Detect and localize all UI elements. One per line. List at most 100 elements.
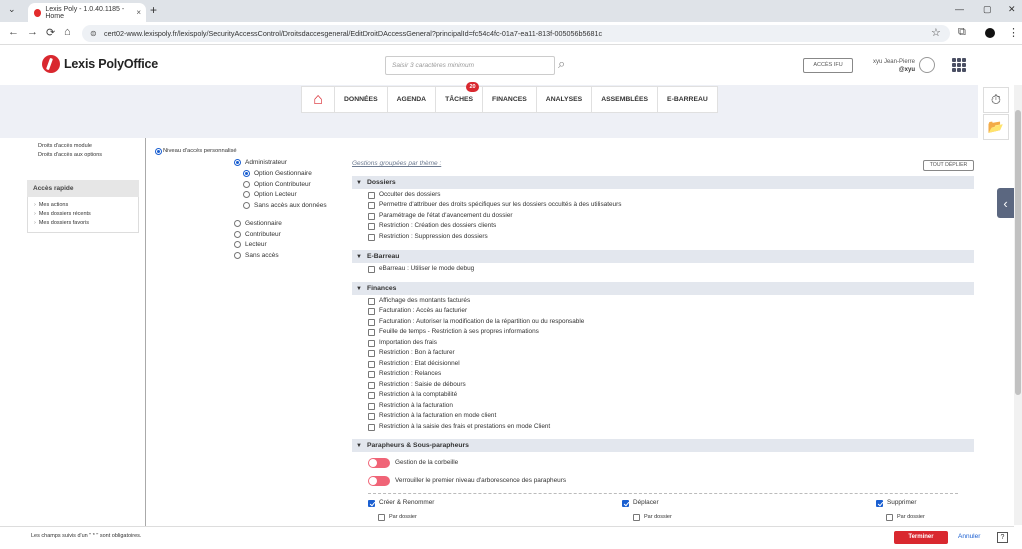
nav-assemblees[interactable]: ASSEMBLÉES [592, 87, 659, 112]
checkbox[interactable] [368, 319, 375, 326]
nav-analyses[interactable]: ANALYSES [537, 87, 593, 112]
toggle-corbeille[interactable] [368, 458, 390, 468]
home-icon[interactable]: ⌂ [64, 26, 71, 38]
reload-icon[interactable]: ⟳ [46, 26, 55, 39]
checkbox[interactable] [368, 403, 375, 410]
nav-agenda[interactable]: AGENDA [388, 87, 437, 112]
quick-link-favorite-files[interactable]: Mes dossiers favoris [34, 220, 89, 226]
close-window-icon[interactable]: ✕ [1008, 4, 1016, 15]
sidebar-link-module-rights[interactable]: Droits d'accès module [38, 143, 92, 149]
taches-count-badge: 20 [466, 82, 479, 92]
user-info[interactable]: xyu Jean-Pierre @xyu [855, 58, 915, 74]
nav-ebarreau[interactable]: E-BARREAU [658, 87, 717, 112]
extensions-icon[interactable]: ⧉ [958, 26, 966, 39]
search-input[interactable]: Saisir 3 caractères minimum [385, 56, 555, 75]
nav-finances[interactable]: FINANCES [483, 87, 537, 112]
radio-gestionnaire[interactable] [234, 220, 241, 227]
collapse-panel-icon[interactable]: ‹ [997, 188, 1014, 218]
quick-link-my-actions[interactable]: Mes actions [34, 202, 68, 208]
tab-close-icon[interactable]: × [136, 8, 141, 17]
help-icon[interactable]: ? [997, 532, 1008, 543]
checkbox[interactable] [368, 266, 375, 273]
checkbox[interactable] [368, 234, 375, 241]
section-ebarreau[interactable]: ▼ E-Barreau [352, 250, 974, 263]
minimize-icon[interactable]: — [955, 4, 964, 14]
checkbox[interactable] [368, 424, 375, 431]
section-dossiers[interactable]: ▼ Dossiers [352, 176, 974, 189]
acces-ifu-button[interactable]: ACCÈS IFU [803, 58, 853, 73]
radio-custom-level[interactable] [155, 148, 162, 155]
label-custom-level: Niveau d'accès personnalisé [163, 148, 237, 154]
checkbox[interactable] [368, 350, 375, 357]
app-header: Lexis PolyOffice Saisir 3 caractères min… [0, 45, 978, 85]
checkbox-label: Restriction à la facturation [379, 402, 453, 409]
radio-sans-acces[interactable] [234, 252, 241, 259]
footer-bar: Les champs suivis d'un " * " sont obliga… [0, 526, 1014, 549]
toggle-label: Gestion de la corbeille [395, 459, 459, 466]
checkbox-label: Restriction : Création des dossiers clie… [379, 222, 497, 229]
timer-icon[interactable]: ⏱ [983, 87, 1009, 113]
grouped-management-link[interactable]: Gestions groupées par thème : [352, 160, 441, 167]
avatar-icon[interactable] [919, 57, 935, 73]
radio-option-contributeur[interactable] [243, 181, 250, 188]
checkbox[interactable] [368, 361, 375, 368]
radio-sans-acces-donnees[interactable] [243, 202, 250, 209]
checkbox-label: Restriction à la facturation en mode cli… [379, 412, 497, 419]
checkbox[interactable] [368, 213, 375, 220]
section-parapheurs[interactable]: ▼ Parapheurs & Sous-parapheurs [352, 439, 974, 452]
checkbox[interactable] [368, 371, 375, 378]
radio-contributeur[interactable] [234, 231, 241, 238]
checkbox[interactable] [368, 329, 375, 336]
maximize-icon[interactable]: ▢ [983, 4, 992, 15]
cancel-link[interactable]: Annuler [958, 533, 980, 540]
url-field[interactable]: ⊜ cert02-www.lexispoly.fr/lexispoly/Secu… [82, 25, 950, 42]
expand-all-button[interactable]: TOUT DÉPLIER [923, 160, 974, 171]
quick-link-recent-files[interactable]: Mes dossiers récents [34, 211, 91, 217]
radio-lecteur[interactable] [234, 241, 241, 248]
checkbox[interactable] [368, 392, 375, 399]
checkbox-label: Paramétrage de l'état d'avancement du do… [379, 212, 513, 219]
checkbox[interactable] [886, 514, 893, 521]
label-sans-acces: Sans accès [245, 252, 279, 259]
checkbox-deplacer[interactable] [622, 500, 629, 507]
new-tab-button[interactable]: + [150, 3, 157, 17]
scrollbar-thumb[interactable] [1015, 110, 1021, 395]
checkbox-supprimer[interactable] [876, 500, 883, 507]
section-finances[interactable]: ▼ Finances [352, 282, 974, 295]
checkbox[interactable] [368, 192, 375, 199]
bookmark-star-icon[interactable]: ☆ [931, 26, 941, 39]
folder-icon[interactable]: 📂 [983, 114, 1009, 140]
browser-menu-icon[interactable]: ⋮ [1008, 26, 1019, 39]
checkbox[interactable] [368, 413, 375, 420]
apps-grid-icon[interactable] [952, 58, 966, 72]
lexis-logo[interactable]: Lexis PolyOffice [42, 55, 158, 73]
right-tool-strip: ⏱ 📂 [978, 85, 1014, 143]
browser-tab[interactable]: Lexis Poly - 1.0.40.1185 - Home × [28, 3, 146, 22]
search-icon[interactable]: ⌕ [558, 56, 565, 72]
checkbox[interactable] [368, 308, 375, 315]
checkbox[interactable] [368, 223, 375, 230]
checkbox[interactable] [368, 340, 375, 347]
tab-search-icon[interactable]: ⌄ [8, 4, 16, 15]
checkbox[interactable] [368, 298, 375, 305]
checkbox[interactable] [368, 202, 375, 209]
nav-donnees[interactable]: DONNÉES [335, 87, 388, 112]
checkbox[interactable] [378, 514, 385, 521]
finish-button[interactable]: Terminer [894, 531, 948, 544]
radio-option-lecteur[interactable] [243, 191, 250, 198]
checkbox-label: Restriction : Relances [379, 370, 442, 377]
collapse-triangle-icon: ▼ [356, 443, 362, 449]
site-info-icon[interactable]: ⊜ [90, 25, 97, 42]
checkbox-creer-renommer[interactable] [368, 500, 375, 507]
checkbox[interactable] [633, 514, 640, 521]
radio-option-gestionnaire[interactable] [243, 170, 250, 177]
toggle-lock-first-level[interactable] [368, 476, 390, 486]
back-icon[interactable]: ← [8, 26, 19, 38]
checkbox[interactable] [368, 382, 375, 389]
nav-home-icon[interactable]: ⌂ [302, 87, 335, 112]
sidebar-link-option-rights[interactable]: Droits d'accès aux options [38, 152, 102, 158]
forward-icon[interactable]: → [27, 26, 38, 38]
profile-avatar-icon[interactable] [985, 28, 995, 38]
required-fields-note: Les champs suivis d'un " * " sont obliga… [31, 533, 142, 539]
radio-administrateur[interactable] [234, 159, 241, 166]
